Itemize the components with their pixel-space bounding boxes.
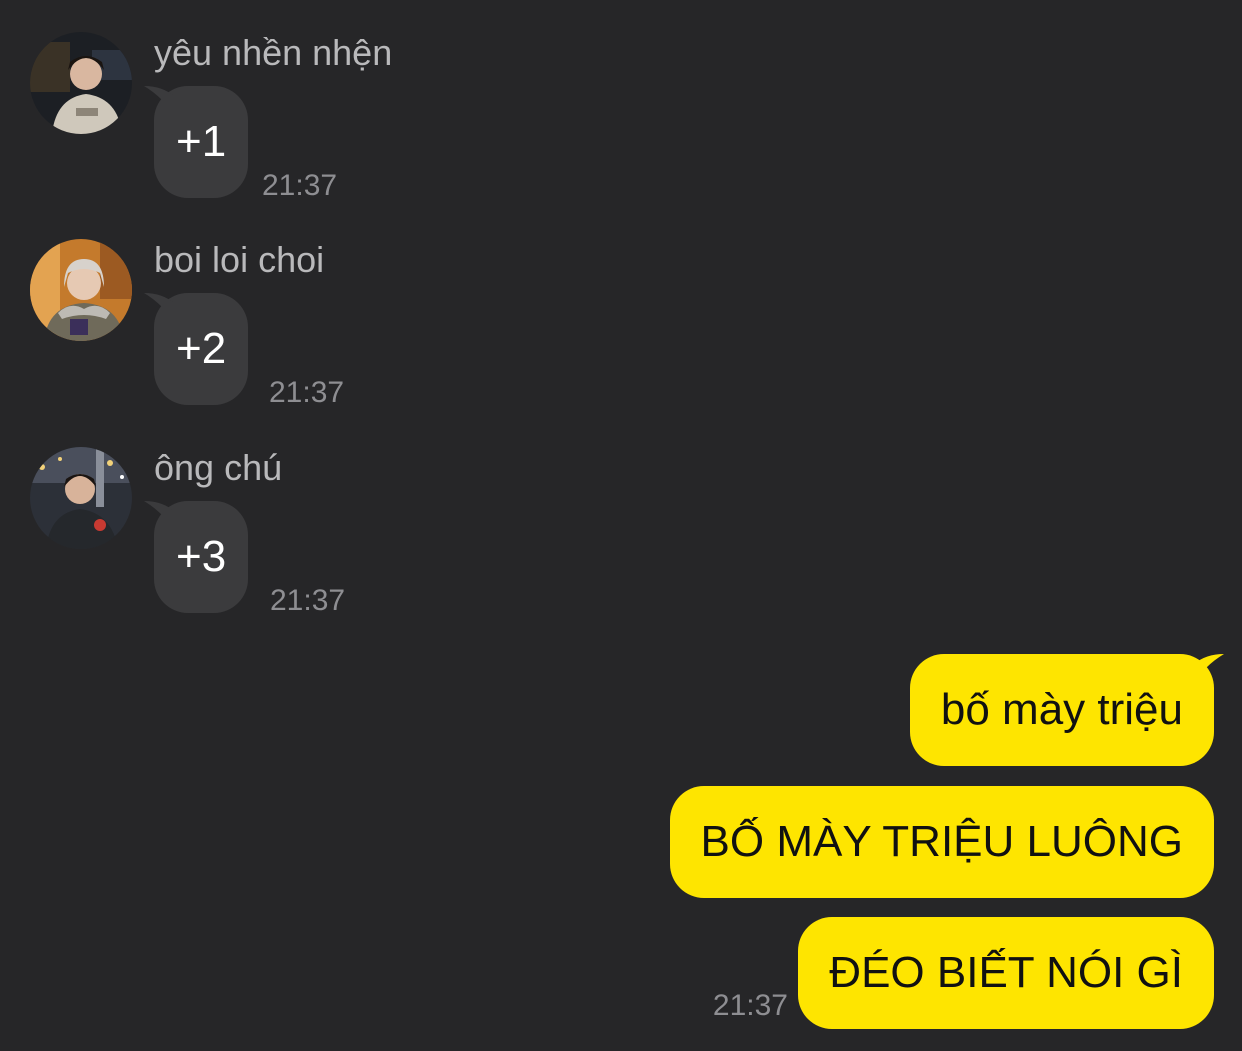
sender-avatar[interactable] <box>30 32 132 134</box>
message-timestamp: 21:37 <box>269 376 345 409</box>
bubble-tail-icon <box>1194 654 1224 684</box>
user-photo-avatar-icon <box>30 447 132 549</box>
incoming-message-bubble[interactable]: +2 <box>144 293 249 405</box>
message-text: ĐÉO BIẾT NÓI GÌ <box>829 948 1183 997</box>
sender-name: yêu nhền nhện <box>154 32 393 73</box>
incoming-message-group: boi loi choi +2 21:37 <box>0 239 700 439</box>
message-text: +1 <box>176 117 227 166</box>
message-text: +3 <box>176 532 227 581</box>
user-photo-avatar-icon <box>30 32 132 134</box>
message-text: +2 <box>176 324 227 373</box>
outgoing-message-bubble[interactable]: bố mày triệu <box>909 654 1224 766</box>
message-timestamp: 21:37 <box>262 169 338 202</box>
message-text: BỐ MÀY TRIỆU LUÔNG <box>700 817 1183 866</box>
sender-avatar[interactable] <box>30 239 132 341</box>
bubble-tail-icon <box>144 293 174 323</box>
message-timestamp: 21:37 <box>712 989 788 1022</box>
sender-avatar[interactable] <box>30 447 132 549</box>
incoming-message-bubble[interactable]: +1 <box>144 86 249 198</box>
chat-message-list[interactable]: yêu nhền nhện +1 21:37 boi loi choi +2 2… <box>0 0 1242 1051</box>
outgoing-message-bubble[interactable]: ĐÉO BIẾT NÓI GÌ <box>798 917 1214 1029</box>
user-photo-avatar-icon <box>30 239 132 341</box>
sender-name: ông chú <box>154 447 283 488</box>
bubble-tail-icon <box>144 86 174 116</box>
incoming-message-group: ông chú +3 21:37 <box>0 447 700 647</box>
message-timestamp: 21:37 <box>270 584 346 617</box>
sender-name: boi loi choi <box>154 239 325 280</box>
incoming-message-group: yêu nhền nhện +1 21:37 <box>0 32 700 232</box>
incoming-message-bubble[interactable]: +3 <box>144 501 249 613</box>
bubble-tail-icon <box>144 501 174 531</box>
outgoing-message-bubble[interactable]: BỐ MÀY TRIỆU LUÔNG <box>669 786 1214 898</box>
message-text: bố mày triệu <box>940 685 1183 734</box>
